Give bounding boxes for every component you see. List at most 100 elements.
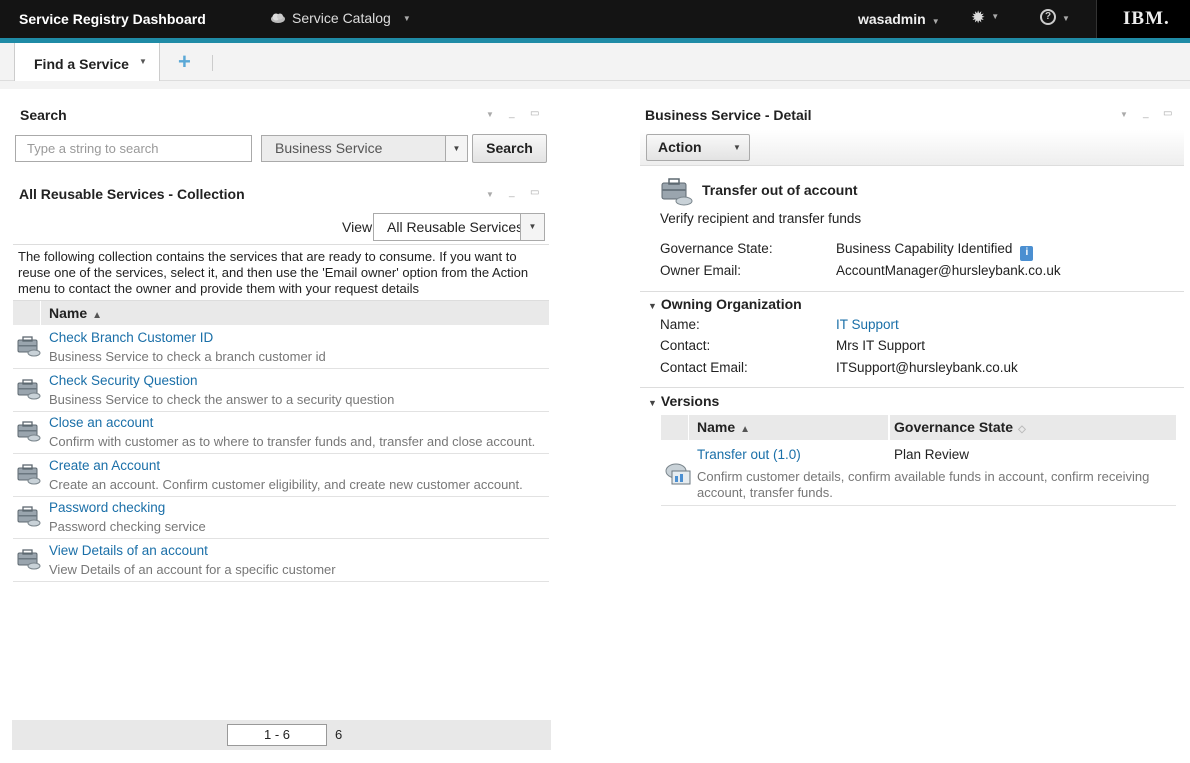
- table-row[interactable]: Create an Account Create an account. Conf…: [13, 454, 549, 497]
- service-catalog-menu[interactable]: Service Catalog ▼: [270, 10, 411, 26]
- total-count: 6: [335, 727, 343, 742]
- chevron-down-icon[interactable]: ▼: [1120, 110, 1128, 119]
- minimize-icon[interactable]: _: [1143, 108, 1149, 119]
- service-type-select[interactable]: Business Service ▼: [261, 135, 468, 162]
- service-link[interactable]: Create an Account: [49, 458, 160, 473]
- tab-bar: Find a Service ▼ +: [0, 43, 1190, 88]
- chevron-down-icon: ▼: [991, 12, 1000, 21]
- maximize-icon[interactable]: ▭: [1163, 108, 1172, 119]
- org-name-label: Name:: [660, 317, 700, 332]
- divider: [13, 244, 549, 245]
- search-input[interactable]: Type a string to search: [15, 135, 252, 162]
- app-title[interactable]: Service Registry Dashboard: [19, 11, 206, 27]
- chevron-down-icon: ▼: [520, 214, 544, 240]
- help-icon[interactable]: ?: [1040, 9, 1056, 25]
- action-label: Action: [658, 139, 702, 155]
- service-link[interactable]: Check Branch Customer ID: [49, 330, 213, 345]
- search-button[interactable]: Search: [472, 134, 547, 163]
- service-description: Confirm with customer as to where to tra…: [49, 434, 536, 449]
- user-menu[interactable]: wasadmin ▼: [858, 11, 940, 27]
- service-catalog-label: Service Catalog: [292, 10, 391, 26]
- chevron-down-icon[interactable]: ▼: [486, 190, 494, 199]
- service-description: Verify recipient and transfer funds: [660, 211, 862, 226]
- owning-org-title: Owning Organization: [660, 296, 802, 312]
- info-icon[interactable]: i: [1020, 246, 1034, 261]
- page-range-input[interactable]: 1 - 6: [227, 724, 327, 746]
- business-service-icon: [17, 336, 41, 357]
- service-link[interactable]: View Details of an account: [49, 543, 208, 558]
- view-label: View: [342, 219, 373, 235]
- table-header: Name ▲: [13, 300, 549, 325]
- governance-state-value: Business Capability Identified i: [836, 241, 1034, 261]
- view-select-value: All Reusable Services: [387, 219, 524, 235]
- owner-email-label: Owner Email:: [660, 263, 742, 278]
- sort-icon: ◇: [1018, 424, 1026, 435]
- collection-widget-title: All Reusable Services - Collection: [19, 186, 245, 202]
- contact-email-value: ITSupport@hursleybank.co.uk: [836, 360, 1018, 375]
- divider: [661, 505, 1176, 506]
- owner-email-value: AccountManager@hursleybank.co.uk: [836, 263, 1061, 278]
- service-link[interactable]: Password checking: [49, 500, 165, 515]
- service-type-value: Business Service: [275, 140, 383, 156]
- governance-state-text: Business Capability Identified: [836, 241, 1013, 256]
- collection-description: The following collection contains the se…: [18, 249, 529, 296]
- pagination-bar: 1 - 6 6: [12, 720, 551, 750]
- version-state: Plan Review: [894, 447, 970, 462]
- chevron-down-icon[interactable]: ▼: [486, 110, 494, 119]
- versions-section[interactable]: ▼ Versions: [648, 393, 719, 409]
- view-select[interactable]: All Reusable Services ▼: [373, 213, 545, 241]
- maximize-icon[interactable]: ▭: [530, 108, 539, 119]
- business-service-icon: [17, 379, 41, 400]
- collapse-triangle-icon: ▼: [648, 398, 657, 408]
- business-service-icon: [17, 549, 41, 570]
- governance-state-label: Governance State:: [660, 241, 773, 256]
- business-service-icon: [661, 178, 693, 206]
- divider: [640, 291, 1184, 292]
- chevron-down-icon: ▼: [931, 17, 940, 26]
- chevron-down-icon: ▼: [733, 143, 741, 152]
- service-description: Business Service to check a branch custo…: [49, 349, 326, 364]
- maximize-icon[interactable]: ▭: [530, 187, 539, 198]
- business-service-icon: [17, 421, 41, 442]
- gear-icon: ✹: [971, 8, 986, 27]
- cloud-icon: [271, 13, 285, 23]
- table-row[interactable]: Check Security Question Business Service …: [13, 369, 549, 412]
- table-row[interactable]: View Details of an account View Details o…: [13, 539, 549, 582]
- table-row[interactable]: Password checking Password checking servi…: [13, 496, 549, 539]
- version-link[interactable]: Transfer out (1.0): [697, 447, 801, 462]
- table-row[interactable]: Close an account Confirm with customer as…: [13, 411, 549, 454]
- owning-org-section[interactable]: ▼ Owning Organization: [648, 296, 802, 312]
- org-name-link[interactable]: IT Support: [836, 317, 899, 332]
- collapse-triangle-icon: ▼: [648, 301, 657, 311]
- versions-table-header: Name ▲ Governance State ◇: [661, 415, 1176, 440]
- contact-email-label: Contact Email:: [660, 360, 748, 375]
- minimize-icon[interactable]: _: [509, 108, 515, 119]
- versions-title: Versions: [660, 393, 720, 409]
- user-name: wasadmin: [858, 11, 926, 27]
- service-name: Transfer out of account: [702, 182, 858, 198]
- version-description: Confirm customer details, confirm availa…: [697, 469, 1150, 500]
- settings-menu[interactable]: ✹ ▼: [971, 8, 999, 28]
- service-link[interactable]: Check Security Question: [49, 373, 198, 388]
- search-widget-title: Search: [20, 107, 67, 123]
- service-link[interactable]: Close an account: [49, 415, 153, 430]
- minimize-icon[interactable]: _: [509, 187, 515, 198]
- business-service-icon: [17, 464, 41, 485]
- divider: [0, 81, 1190, 89]
- chevron-down-icon: ▼: [1062, 14, 1070, 23]
- service-description: Password checking service: [49, 519, 206, 534]
- name-column-header[interactable]: Name ▲: [49, 305, 102, 321]
- divider: [212, 55, 213, 71]
- table-row[interactable]: Check Branch Customer ID Business Service…: [13, 326, 549, 369]
- add-tab-icon[interactable]: +: [178, 51, 191, 73]
- sort-ascending-icon: ▲: [92, 310, 103, 321]
- divider: [640, 387, 1184, 388]
- chevron-down-icon[interactable]: ▼: [139, 57, 147, 66]
- governance-state-column-header[interactable]: Governance State ◇: [894, 419, 1026, 435]
- sort-ascending-icon: ▲: [740, 424, 751, 435]
- action-button[interactable]: Action ▼: [646, 134, 750, 161]
- select-column: [13, 301, 41, 325]
- version-name-column-header[interactable]: Name ▲: [697, 419, 750, 435]
- service-version-icon: [665, 463, 691, 485]
- name-column-label: Name: [49, 305, 88, 321]
